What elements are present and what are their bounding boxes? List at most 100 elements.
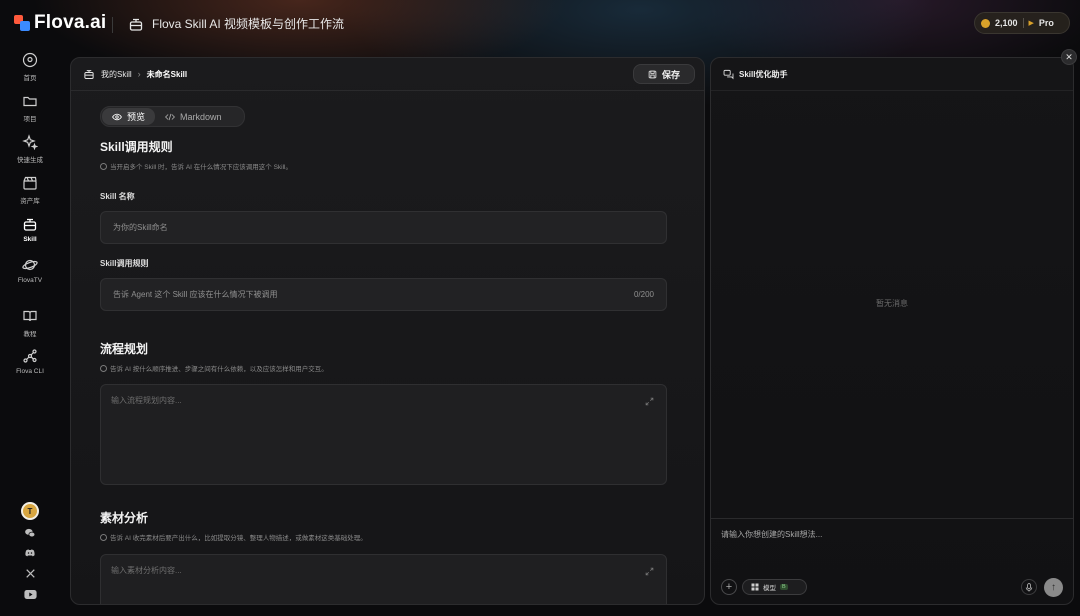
sidebar-item-skill[interactable]: Skill bbox=[0, 216, 60, 243]
char-counter: 0/200 bbox=[633, 290, 654, 299]
clapper-icon bbox=[23, 176, 37, 190]
material-analysis-placeholder: 输入素材分析内容... bbox=[111, 566, 182, 575]
plan-label: Pro bbox=[1038, 18, 1054, 28]
left-sidebar: 首页 项目 快速生成 资产库 Skill FlovaTV 教程 Flova CL… bbox=[0, 50, 60, 616]
mic-button[interactable] bbox=[1021, 579, 1037, 595]
node-graph-icon bbox=[23, 349, 37, 363]
sidebar-item-home[interactable]: 首页 bbox=[0, 52, 60, 82]
wechat-link[interactable] bbox=[0, 527, 60, 539]
empty-state-text: 暂无消息 bbox=[876, 299, 908, 308]
chat-input[interactable]: 请输入你想创建的Skill想法... bbox=[721, 529, 822, 540]
invoke-rule-placeholder: 告诉 Agent 这个 Skill 应该在什么情况下被调用 bbox=[113, 290, 278, 299]
section-hint: 告诉 AI 按什么顺序推进、步骤之间有什么依赖，以及应该怎样和用户交互。 bbox=[100, 363, 328, 373]
credits-value: 2,100 bbox=[995, 18, 1018, 28]
avatar-initial: T bbox=[21, 502, 39, 520]
grid-icon bbox=[751, 583, 759, 591]
close-panel-button[interactable]: ✕ bbox=[1061, 49, 1077, 65]
sidebar-item-assets[interactable]: 资产库 bbox=[0, 175, 60, 205]
page-title-text: Flova Skill AI 视频模板与创作工作流 bbox=[152, 17, 345, 31]
youtube-icon bbox=[23, 590, 37, 599]
eye-icon bbox=[112, 113, 122, 120]
tab-preview[interactable]: 预览 bbox=[102, 108, 156, 125]
code-icon bbox=[165, 113, 176, 120]
sidebar-item-label: 项目 bbox=[23, 116, 37, 123]
breadcrumb-current: 未命名Skill bbox=[146, 69, 188, 79]
tab-markdown-label: Markdown bbox=[180, 111, 222, 122]
x-icon bbox=[25, 569, 35, 578]
flova-logo-icon bbox=[14, 15, 30, 31]
add-attachment-button[interactable]: + bbox=[721, 579, 737, 595]
sparkle-icon bbox=[22, 134, 38, 150]
tab-preview-label: 预览 bbox=[127, 112, 146, 122]
sidebar-item-tutorial[interactable]: 教程 bbox=[0, 308, 60, 338]
save-icon bbox=[648, 70, 657, 78]
section-title-material-analysis: 素材分析 bbox=[100, 511, 149, 525]
sidebar-item-projects[interactable]: 项目 bbox=[0, 93, 60, 123]
microphone-icon bbox=[1025, 582, 1033, 591]
close-icon: ✕ bbox=[1065, 51, 1073, 62]
expand-icon[interactable] bbox=[645, 397, 654, 406]
section-hint-text: 告诉 AI 按什么顺序推进、步骤之间有什么依赖，以及应该怎样和用户交互。 bbox=[110, 366, 328, 373]
divider bbox=[112, 17, 113, 33]
flow-plan-textarea[interactable]: 输入流程规划内容... bbox=[100, 384, 667, 485]
skill-icon bbox=[129, 18, 143, 31]
field-label-invoke-rule: Skill调用规则 bbox=[100, 259, 149, 268]
home-icon bbox=[22, 52, 38, 68]
folder-icon bbox=[23, 96, 37, 107]
chat-icon bbox=[723, 69, 734, 79]
discord-link[interactable] bbox=[0, 547, 60, 559]
top-bar: Flova.ai Flova Skill AI 视频模板与创作工作流 2,100… bbox=[0, 0, 1080, 50]
send-button[interactable]: ↑ bbox=[1044, 578, 1063, 597]
sidebar-item-label: Skill bbox=[23, 236, 37, 243]
info-icon bbox=[100, 364, 107, 372]
view-toggle: 预览 Markdown bbox=[100, 106, 245, 127]
section-hint: 当开启多个 Skill 时，告诉 AI 在什么情况下应该调用这个 Skill。 bbox=[100, 161, 292, 171]
chevron-right-icon: › bbox=[137, 69, 141, 79]
assistant-title: Skill优化助手 bbox=[739, 69, 788, 79]
section-hint-text: 当开启多个 Skill 时，告诉 AI 在什么情况下应该调用这个 Skill。 bbox=[110, 164, 293, 171]
model-label: 模型 bbox=[763, 585, 776, 592]
book-icon bbox=[23, 310, 37, 322]
sidebar-item-flovatv[interactable]: FlovaTV bbox=[0, 257, 60, 284]
x-link[interactable] bbox=[0, 568, 60, 579]
model-badge: B bbox=[780, 584, 788, 590]
wechat-icon bbox=[25, 528, 36, 538]
skill-icon bbox=[84, 70, 94, 79]
chat-composer: 请输入你想创建的Skill想法... + 模型 B ↑ bbox=[711, 518, 1073, 604]
sidebar-item-quick-generate[interactable]: 快速生成 bbox=[0, 134, 60, 164]
credits-pill[interactable]: 2,100 ▶ Pro bbox=[974, 12, 1070, 34]
sidebar-item-flova-cli[interactable]: Flova CLI bbox=[0, 348, 60, 375]
sidebar-item-label: FlovaTV bbox=[17, 277, 43, 284]
save-button[interactable]: 保存 bbox=[633, 64, 695, 84]
play-icon: ▶ bbox=[1028, 20, 1034, 27]
sidebar-item-label: 快速生成 bbox=[17, 157, 43, 164]
expand-icon[interactable] bbox=[645, 567, 654, 576]
divider bbox=[1022, 18, 1024, 28]
youtube-link[interactable] bbox=[0, 589, 60, 600]
page-title: Flova Skill AI 视频模板与创作工作流 bbox=[128, 15, 344, 32]
breadcrumb-my-skill[interactable]: 我的Skill bbox=[101, 69, 132, 80]
skill-name-input[interactable]: 为你的Skill命名 bbox=[100, 211, 667, 244]
info-icon bbox=[100, 162, 107, 170]
discord-icon bbox=[25, 549, 35, 557]
coin-icon bbox=[981, 18, 990, 28]
logo-text: Flova.ai bbox=[34, 12, 107, 33]
assistant-panel: Skill优化助手 暂无消息 请输入你想创建的Skill想法... + 模型 B… bbox=[710, 57, 1074, 605]
avatar[interactable]: T bbox=[0, 502, 60, 520]
breadcrumb: 我的Skill › 未命名Skill bbox=[71, 58, 704, 91]
arrow-up-icon: ↑ bbox=[1051, 582, 1056, 593]
save-button-label: 保存 bbox=[661, 69, 680, 80]
invoke-rule-input[interactable]: 告诉 Agent 这个 Skill 应该在什么情况下被调用 0/200 bbox=[100, 278, 667, 311]
material-analysis-textarea[interactable]: 输入素材分析内容... bbox=[100, 554, 667, 604]
logo[interactable]: Flova.ai bbox=[14, 12, 106, 34]
info-icon bbox=[100, 533, 107, 541]
tab-markdown[interactable]: Markdown bbox=[155, 108, 232, 125]
flow-plan-placeholder: 输入流程规划内容... bbox=[111, 396, 182, 405]
sidebar-item-label: 教程 bbox=[23, 331, 37, 338]
section-hint: 告诉 AI 收完素材后要产出什么，比如提取分镜、整理人物描述，或做素材这类基础处… bbox=[100, 532, 367, 542]
planet-icon bbox=[22, 259, 38, 271]
sidebar-item-label: Flova CLI bbox=[16, 368, 44, 375]
model-selector[interactable]: 模型 B bbox=[742, 579, 807, 595]
skill-icon bbox=[23, 218, 37, 231]
section-hint-text: 告诉 AI 收完素材后要产出什么，比如提取分镜、整理人物描述，或做素材这类基础处… bbox=[110, 535, 367, 542]
